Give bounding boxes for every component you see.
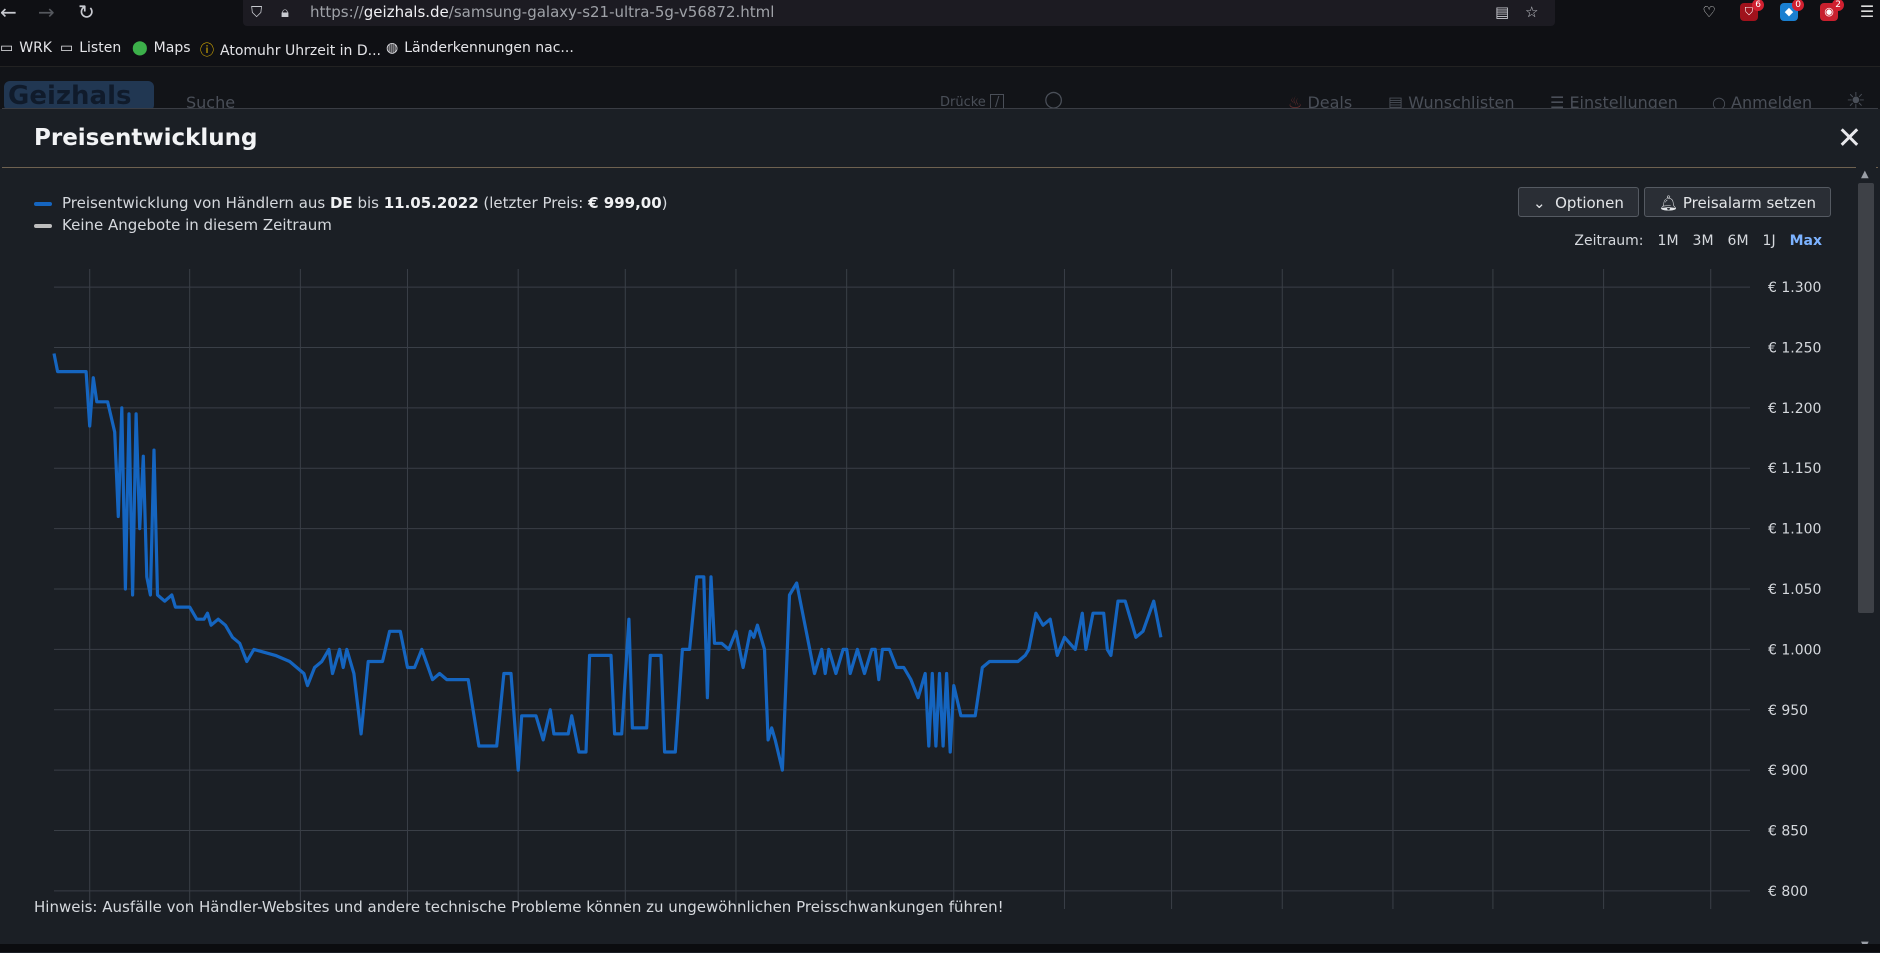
modal-header: Preisentwicklung ✕ (2, 109, 1878, 168)
y-tick-label: € 850 (1768, 824, 1808, 840)
chevron-down-icon: ⌄ (1533, 194, 1546, 212)
ublock-icon[interactable]: ⛉ 6 (1740, 0, 1764, 21)
y-tick-label: € 1.250 (1768, 340, 1821, 356)
range-1j[interactable]: 1J (1763, 233, 1776, 249)
back-icon[interactable]: ← (0, 1, 17, 23)
y-tick-label: € 1.150 (1768, 461, 1821, 477)
time-range-selector: Zeitraum: 1M 3M 6M 1J Max (1574, 233, 1822, 249)
y-tick-label: € 1.200 (1768, 401, 1821, 417)
y-tick-label: € 1.000 (1768, 642, 1821, 658)
folder-icon: ▭ (0, 40, 14, 56)
forward-icon[interactable]: → (38, 1, 55, 23)
bookmarks-bar: ▭ WRK ▭ Listen ⬤ Maps ⓘ Atomuhr Uhrzeit in D… (0, 28, 1880, 67)
legend-no-offers: Keine Angebote in diesem Zeitraum (34, 216, 332, 234)
y-tick-label: € 900 (1768, 763, 1808, 779)
shield-icon[interactable]: ⛉ (251, 3, 262, 21)
reader-view-icon[interactable]: ▤ (1495, 3, 1509, 21)
range-1m[interactable]: 1M (1658, 233, 1679, 249)
range-max[interactable]: Max (1790, 233, 1822, 249)
bookmark-atomuhr[interactable]: ⓘ Atomuhr Uhrzeit in D... (200, 40, 381, 60)
legend-swatch-grey (34, 223, 52, 228)
folder-icon: ▭ (60, 40, 74, 56)
modal-scrollbar[interactable]: ▲ ▼ (1856, 167, 1876, 953)
lock-icon[interactable]: 🔒︎ (281, 3, 289, 21)
range-6m[interactable]: 6M (1728, 233, 1749, 249)
geizhals-logo: Geizhals (4, 81, 154, 111)
y-tick-label: € 1.050 (1768, 582, 1821, 598)
bookmark-star-icon[interactable]: ☆ (1525, 3, 1538, 21)
info-icon: ⓘ (200, 43, 214, 59)
legend-price-line: Preisentwicklung von Händlern aus DE bis… (34, 194, 668, 212)
price-history-modal: Preisentwicklung ✕ Preisentwicklung von … (2, 108, 1878, 953)
range-3m[interactable]: 3M (1693, 233, 1714, 249)
time-range-label: Zeitraum: (1574, 233, 1644, 249)
close-icon[interactable]: ✕ (1837, 121, 1862, 156)
modal-title: Preisentwicklung (34, 125, 258, 151)
price-line (52, 353, 1163, 772)
background-page-strip (0, 944, 1880, 952)
pocket-icon[interactable]: ♡ (1700, 3, 1718, 21)
y-tick-label: € 950 (1768, 703, 1808, 719)
legend-swatch-blue (34, 201, 52, 206)
background-page-header: Geizhals Suche Drücke / ○ ♨ Deals ▤ Wuns… (0, 67, 1880, 114)
options-button[interactable]: ⌄ Optionen (1518, 187, 1639, 217)
bookmark-wrk[interactable]: ▭ WRK (0, 40, 52, 56)
y-tick-label: € 800 (1768, 884, 1808, 900)
bookmark-maps[interactable]: ⬤ Maps (132, 40, 191, 56)
scroll-up-icon[interactable]: ▲ (1861, 169, 1869, 180)
price-chart[interactable]: Feb2021MarAprMayJunJulAugSepOctNovDecJan… (2, 269, 1878, 909)
menu-icon[interactable]: ☰ (1858, 3, 1876, 21)
map-pin-icon: ⬤ (132, 40, 148, 56)
reload-icon[interactable]: ↻ (78, 1, 95, 23)
scrollbar-thumb[interactable] (1858, 183, 1874, 613)
extension-icon[interactable]: ◆ 0 (1780, 0, 1804, 21)
browser-toolbar: ← → ↻ ⛉ 🔒︎ https://geizhals.de/samsung-g… (0, 0, 1880, 28)
url-bar[interactable]: ⛉ 🔒︎ https://geizhals.de/samsung-galaxy-… (243, 0, 1555, 26)
bookmark-listen[interactable]: ▭ Listen (60, 40, 121, 56)
extension-alert-icon[interactable]: ◉ 2 (1820, 0, 1844, 21)
price-alarm-button[interactable]: 🔔︎ Preisalarm setzen (1644, 187, 1832, 217)
disclaimer-note: Hinweis: Ausfälle von Händler-Websites u… (34, 898, 1004, 916)
globe-icon: ◍ (386, 40, 399, 56)
bell-icon: 🔔︎ (1659, 194, 1679, 212)
y-tick-label: € 1.300 (1768, 280, 1821, 296)
y-tick-label: € 1.100 (1768, 522, 1821, 538)
url-text[interactable]: https://geizhals.de/samsung-galaxy-s21-u… (310, 3, 774, 21)
bookmark-laenderkennungen[interactable]: ◍ Länderkennungen nac... (386, 40, 574, 56)
